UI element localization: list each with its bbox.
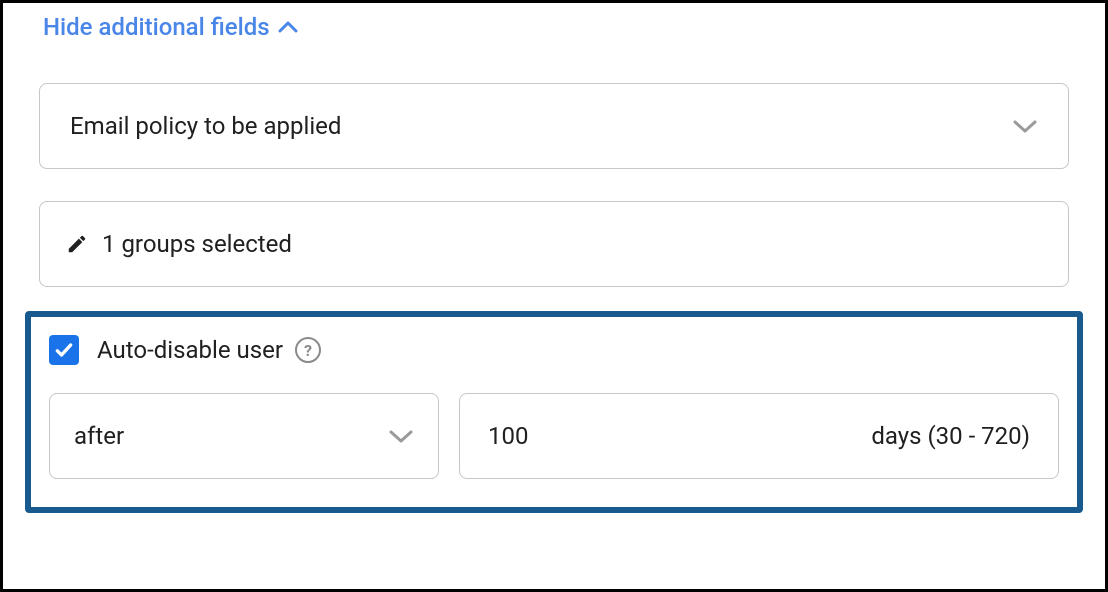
pencil-icon	[66, 233, 88, 255]
chevron-down-icon	[388, 428, 414, 444]
auto-disable-label: Auto-disable user	[97, 336, 283, 364]
chevron-up-icon	[278, 21, 298, 33]
email-policy-select[interactable]: Email policy to be applied	[39, 83, 1069, 169]
groups-selected-label: 1 groups selected	[102, 230, 292, 258]
email-policy-placeholder: Email policy to be applied	[70, 112, 341, 140]
auto-disable-timing-select[interactable]: after	[49, 393, 439, 479]
hide-additional-fields-toggle[interactable]: Hide additional fields	[39, 3, 298, 53]
auto-disable-checkbox[interactable]	[49, 335, 79, 365]
auto-disable-days-unit: days (30 - 720)	[871, 422, 1030, 450]
auto-disable-days-field[interactable]: days (30 - 720)	[459, 393, 1059, 479]
auto-disable-section: Auto-disable user ? after days (30 - 720…	[25, 311, 1083, 513]
chevron-down-icon	[1012, 118, 1038, 134]
toggle-label: Hide additional fields	[43, 13, 270, 41]
groups-selected-field[interactable]: 1 groups selected	[39, 201, 1069, 287]
help-icon[interactable]: ?	[295, 337, 321, 363]
auto-disable-days-input[interactable]	[488, 422, 608, 450]
auto-disable-timing-value: after	[74, 422, 124, 450]
